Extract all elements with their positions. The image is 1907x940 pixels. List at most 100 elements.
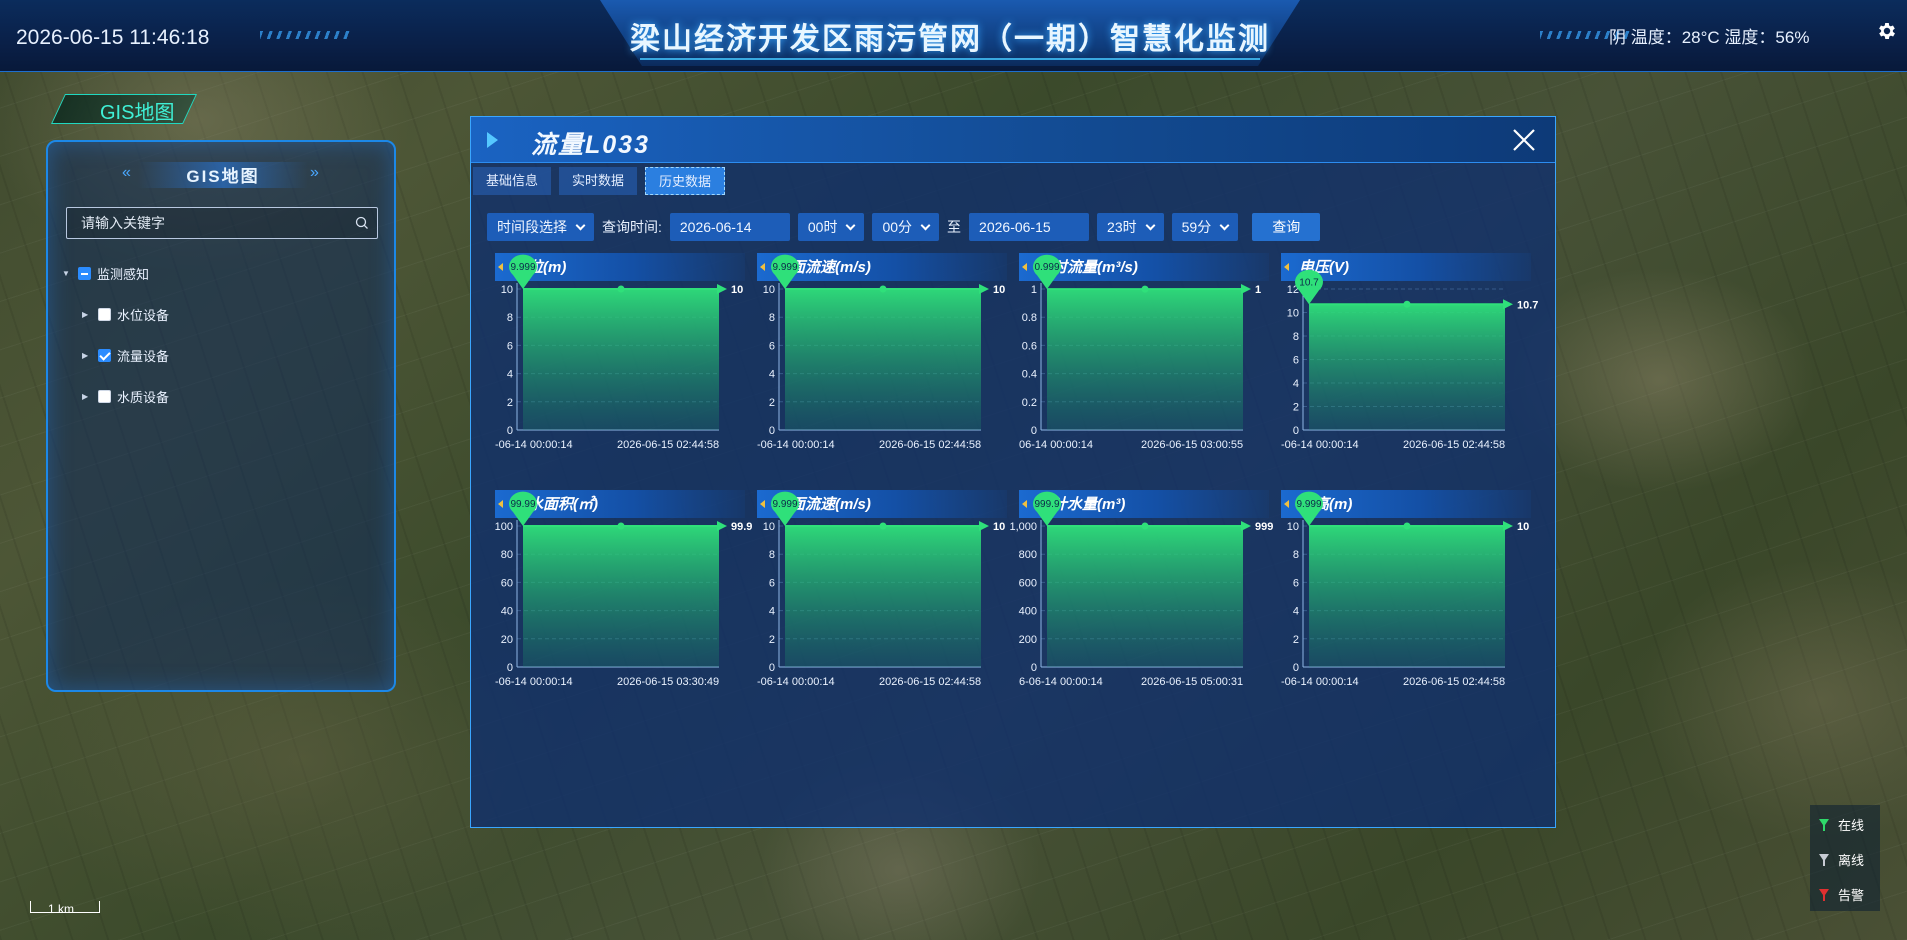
end-value-label: 1 xyxy=(1255,284,1261,296)
y-tick-label: 8 xyxy=(1293,331,1299,343)
gis-layer-panel: « GIS地图 » ▼ 监测感知 ▶ 水位设备 ▶ 流量设备 ▶ 水质设备 xyxy=(46,140,396,692)
caret-down-icon[interactable]: ▼ xyxy=(62,269,72,278)
checkbox-root[interactable] xyxy=(78,267,91,280)
end-value-label: 10.7 xyxy=(1517,299,1538,311)
chart-8: 空高(m) 0 2 4 6 8 10 10 9.999 -06-14 00:00:14 2026-0… xyxy=(1281,490,1543,710)
chevron-right-icon: » xyxy=(310,164,319,181)
checkbox-flow[interactable] xyxy=(98,349,111,362)
chart-1: 水位(m) 0 2 4 6 8 10 10 9.999 -06-14 00:00:14 2026-0… xyxy=(495,253,757,473)
end-minute-select[interactable]: 59分 xyxy=(1171,213,1239,241)
y-tick-label: 1,000 xyxy=(1009,521,1037,533)
x-tick-label: 06-14 00:00:14 xyxy=(1019,439,1094,451)
max-value-label: 0.999 xyxy=(1034,262,1059,273)
x-tick-label: 2026-06-15 02:44:58 xyxy=(617,439,720,451)
caret-right-icon[interactable]: ▶ xyxy=(82,351,92,360)
query-button[interactable]: 查询 xyxy=(1252,213,1321,241)
start-minute-select[interactable]: 00分 xyxy=(872,213,940,241)
x-tick-label: -06-14 00:00:14 xyxy=(495,676,573,688)
data-point xyxy=(879,285,887,293)
caret-right-icon[interactable]: ▶ xyxy=(82,392,92,401)
max-value-label: 10.7 xyxy=(1299,277,1319,288)
gear-icon[interactable] xyxy=(1876,20,1898,42)
y-tick-label: 20 xyxy=(501,634,513,646)
x-tick-label: 2026-06-15 03:30:49 xyxy=(617,676,720,688)
end-value-label: 10 xyxy=(993,284,1005,296)
chart-plot: 0 200 400 600 800 1,000 999 999.9 xyxy=(1009,491,1273,674)
end-date-value: 2026-06-15 xyxy=(979,219,1051,235)
y-tick-label: 0.8 xyxy=(1022,312,1037,324)
tab-basic-info[interactable]: 基础信息 xyxy=(473,167,552,195)
y-tick-label: 600 xyxy=(1019,577,1037,589)
y-tick-label: 10 xyxy=(763,521,775,533)
x-tick-label: -06-14 00:00:14 xyxy=(757,676,835,688)
end-date-input[interactable]: 2026-06-15 xyxy=(969,213,1090,241)
y-tick-label: 6 xyxy=(769,577,775,589)
legend-label: 告警 xyxy=(1838,888,1865,903)
online-marker-icon xyxy=(1819,818,1829,831)
y-tick-label: 0.6 xyxy=(1022,340,1037,352)
caret-right-icon[interactable]: ▶ xyxy=(82,310,92,319)
data-point xyxy=(617,285,625,293)
tree-label: 水位设备 xyxy=(117,308,170,323)
y-tick-label: 0 xyxy=(507,425,513,437)
y-tick-label: 1 xyxy=(1031,284,1037,296)
y-tick-label: 2 xyxy=(1293,634,1299,646)
y-tick-label: 6 xyxy=(507,340,513,352)
y-tick-label: 0 xyxy=(507,662,513,674)
close-icon[interactable] xyxy=(1511,127,1537,153)
series-end-arrow xyxy=(1241,284,1251,294)
series-end-arrow xyxy=(979,284,989,294)
tree-label: 流量设备 xyxy=(117,349,170,364)
legend-alarm: 告警 xyxy=(1818,885,1864,904)
data-point xyxy=(1403,300,1411,308)
x-tick-label: 2026-06-15 02:44:58 xyxy=(1403,676,1506,688)
start-date-input[interactable]: 2026-06-14 xyxy=(669,213,790,241)
tree-node-water-quality[interactable]: ▶ 水质设备 xyxy=(82,387,169,406)
checkbox-water-quality[interactable] xyxy=(98,390,111,403)
end-hour-select[interactable]: 23时 xyxy=(1097,213,1164,241)
y-tick-label: 0 xyxy=(1031,662,1037,674)
end-value-label: 10 xyxy=(993,521,1005,533)
chart-plot: 0 2 4 6 8 10 10 9.999 xyxy=(763,254,1005,437)
tree-node-root[interactable]: ▼ 监测感知 xyxy=(62,264,149,283)
tree-node-flow[interactable]: ▶ 流量设备 xyxy=(82,346,169,365)
gis-tab-label[interactable]: GIS地图 xyxy=(100,96,174,125)
tree-node-water-level[interactable]: ▶ 水位设备 xyxy=(82,305,169,324)
y-tick-label: 2 xyxy=(769,397,775,409)
legend-online: 在线 xyxy=(1818,815,1864,834)
checkbox-water-level[interactable] xyxy=(98,308,111,321)
search-input[interactable] xyxy=(67,208,347,238)
period-select[interactable]: 时间段选择 xyxy=(487,213,594,241)
chart-plot: 0 20 40 60 80 100 99.9 99.99 xyxy=(495,491,752,674)
max-value-label: 999.9 xyxy=(1034,499,1059,510)
start-minute-value: 00分 xyxy=(882,219,913,235)
search-box[interactable] xyxy=(66,207,378,239)
x-tick-label: 2026-06-15 02:44:58 xyxy=(879,439,982,451)
x-tick-label: 2026-06-15 02:44:58 xyxy=(879,676,982,688)
y-tick-label: 800 xyxy=(1019,549,1037,561)
chart-plot: 0 2 4 6 8 10 10 9.999 xyxy=(1287,491,1529,674)
x-tick-label: 6-06-14 00:00:14 xyxy=(1019,676,1103,688)
y-tick-label: 10 xyxy=(1287,308,1299,320)
modal-tabs: 基础信息 实时数据 历史数据 xyxy=(473,167,726,195)
search-icon[interactable] xyxy=(355,216,369,230)
tab-realtime-data[interactable]: 实时数据 xyxy=(559,167,638,195)
query-bar: 时间段选择 查询时间: 2026-06-14 00时 00分 至 2026-06… xyxy=(487,213,1321,241)
modal-header: 流量L033 xyxy=(471,117,1555,163)
series-end-arrow xyxy=(979,521,989,531)
tab-history-data[interactable]: 历史数据 xyxy=(645,167,726,195)
y-tick-label: 10 xyxy=(1287,521,1299,533)
chart-plot: 0 2 4 6 8 10 10 9.999 xyxy=(501,254,743,437)
series-area xyxy=(523,289,719,430)
end-value-label: 999 xyxy=(1255,521,1273,533)
x-tick-label: -06-14 00:00:14 xyxy=(757,439,835,451)
series-area xyxy=(785,526,981,667)
x-tick-label: -06-14 00:00:14 xyxy=(1281,439,1359,451)
y-tick-label: 40 xyxy=(501,606,513,618)
chevron-down-icon xyxy=(920,220,931,230)
offline-marker-icon xyxy=(1819,853,1829,866)
start-hour-select[interactable]: 00时 xyxy=(797,213,865,241)
status-legend: 在线 离线 告警 xyxy=(1810,805,1880,911)
series-area xyxy=(1309,304,1505,430)
y-tick-label: 0 xyxy=(1293,662,1299,674)
